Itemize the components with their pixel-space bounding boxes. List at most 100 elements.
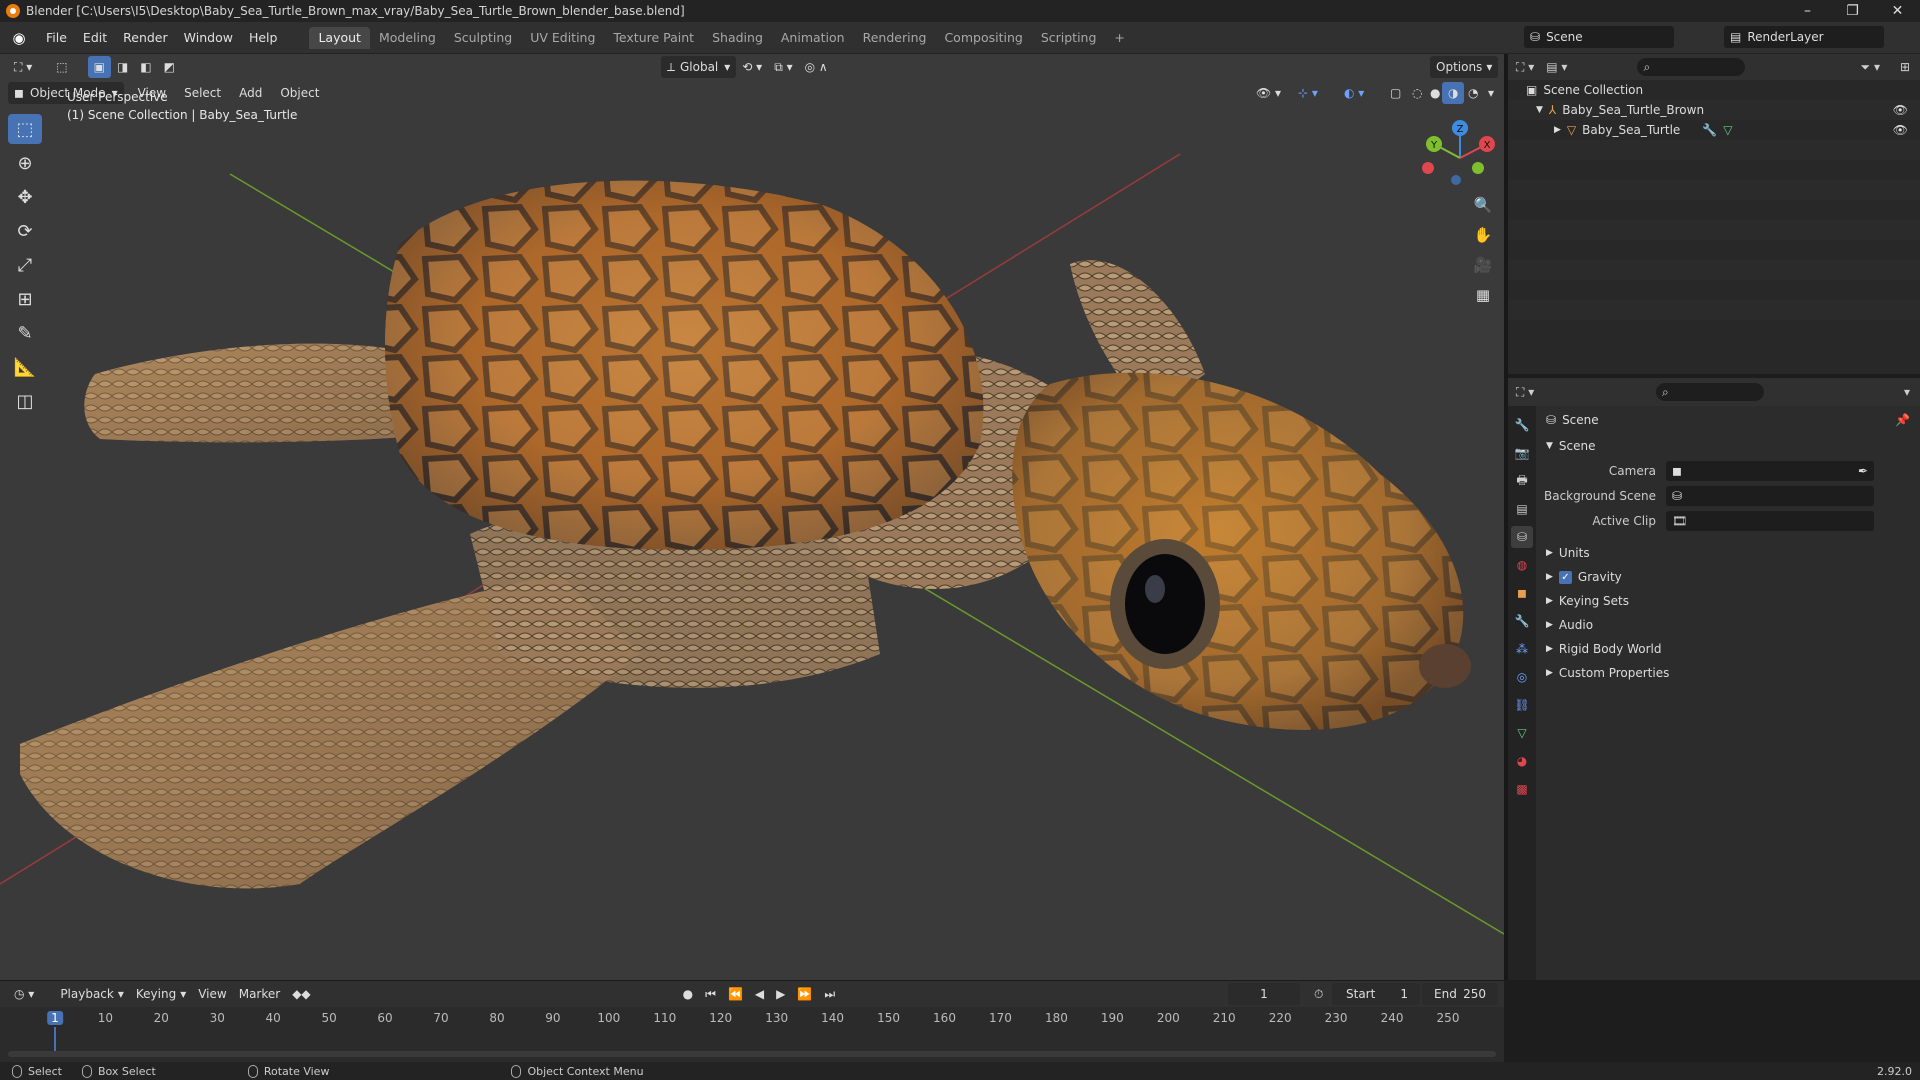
menu-help[interactable]: Help [241,27,286,49]
jump-start-icon[interactable]: ⏮ [699,983,722,1005]
background-scene-field[interactable]: ⛁ [1666,485,1874,506]
visibility-eye-icon[interactable]: 👁 [1893,123,1908,137]
pivot-point-icon[interactable]: ⟲ ▾ [736,56,768,78]
blender-menu-icon[interactable]: ◉ [8,27,30,49]
expand-toggle-icon[interactable]: ▼ [1536,105,1543,115]
scale-tool-icon[interactable]: ⤢ [8,250,42,280]
tab-layout[interactable]: Layout [309,26,370,49]
units-panel-header[interactable]: ▶ Units [1536,541,1920,565]
transform-tool-icon[interactable]: ⊞ [8,284,42,314]
gravity-checkbox[interactable]: ✓ [1558,570,1572,584]
rigid-body-world-panel-header[interactable]: ▶ Rigid Body World [1536,637,1920,661]
jump-prev-keyframe-icon[interactable]: ⏪ [722,983,749,1005]
menu-window[interactable]: Window [176,27,241,49]
menu-render[interactable]: Render [115,27,176,49]
keying-sets-panel-header[interactable]: ▶ Keying Sets [1536,589,1920,613]
texture-tab-icon[interactable]: ▩ [1511,778,1533,800]
navigation-gizmo[interactable]: Z X Y [1420,116,1500,196]
visibility-eye-icon[interactable]: 👁 [1893,103,1908,117]
expand-toggle-icon[interactable]: ▶ [1554,125,1561,135]
visibility-icon[interactable]: 👁 ▾ [1250,82,1287,104]
menu-edit[interactable]: Edit [75,27,115,49]
keyframe-insert-icon[interactable]: ◆◆ [286,983,316,1005]
move-tool-icon[interactable]: ✥ [8,182,42,212]
data-tab-icon[interactable]: ▽ [1511,722,1533,744]
custom-properties-panel-header[interactable]: ▶ Custom Properties [1536,661,1920,685]
xray-toggle-icon[interactable]: ▢ [1384,82,1407,104]
measure-tool-icon[interactable]: 📐 [8,352,42,382]
auto-keying-icon[interactable]: ● [677,983,699,1005]
display-mode-icon[interactable]: ▤ ▾ [1546,60,1567,74]
start-frame-field[interactable]: Start 1 [1332,983,1420,1005]
modifier-tab-icon[interactable]: 🔧 [1511,610,1533,632]
play-reverse-icon[interactable]: ◀ [749,983,770,1005]
modifier-wrench-icon[interactable]: 🔧 [1702,123,1717,137]
view-layer-selector[interactable]: ▤ RenderLayer [1724,26,1884,48]
neg-y-axis-handle[interactable] [1472,162,1484,174]
tab-texture-paint[interactable]: Texture Paint [604,27,703,49]
3d-viewport[interactable]: ⛶ ▾ ⬚ ▣ ◨ ◧ ◩ ⟂ Global ▾ ⟲ ▾ ⧉ ▾ ◎ ∧ Opt… [0,54,1504,980]
new-collection-icon[interactable]: ⊞ [1900,60,1910,74]
end-frame-field[interactable]: End 250 [1422,983,1498,1005]
scene-panel-header[interactable]: ▼ Scene [1536,434,1920,458]
jump-end-icon[interactable]: ⏭ [818,983,841,1005]
material-tab-icon[interactable]: ◕ [1511,750,1533,772]
outliner-root-row[interactable]: ▣ Scene Collection [1508,80,1920,100]
camera-field[interactable]: ◼ ✒ [1666,460,1874,481]
playback-menu[interactable]: Playback ▾ [54,983,130,1005]
render-tab-icon[interactable]: 📷 [1511,442,1533,464]
tab-modeling[interactable]: Modeling [370,27,445,49]
scene-tab-icon[interactable]: ⛁ [1511,526,1533,548]
physics-tab-icon[interactable]: ◎ [1511,666,1533,688]
output-tab-icon[interactable]: 🖶 [1511,470,1533,492]
outliner-item-baby-sea-turtle[interactable]: ▶ ▽ Baby_Sea_Turtle 🔧 ▽ 👁 [1508,120,1920,140]
pan-view-icon[interactable]: ✋ [1470,222,1496,248]
timeline-ruler[interactable]: 1 10 20 30 40 50 60 70 80 90 100 110 120 130 140 150 160… [0,1009,1504,1055]
rotate-tool-icon[interactable]: ⟳ [8,216,42,246]
tab-compositing[interactable]: Compositing [935,27,1031,49]
eyedropper-icon[interactable]: ✒ [1858,464,1868,478]
editor-type-icon[interactable]: ⛶ ▾ [1516,60,1534,75]
menu-file[interactable]: File [38,27,75,49]
annotate-tool-icon[interactable]: ✎ [8,318,42,348]
menu-object[interactable]: Object [274,82,325,104]
add-workspace-button[interactable]: + [1105,27,1133,49]
menu-view[interactable]: View [192,983,232,1005]
object-tab-icon[interactable]: ◼ [1511,582,1533,604]
current-frame-indicator[interactable]: 1 [47,1011,63,1025]
tab-shading[interactable]: Shading [703,27,772,49]
cursor-tool-icon[interactable]: ⊕ [8,148,42,178]
pin-icon[interactable]: 📌 [1895,413,1910,427]
constraints-tab-icon[interactable]: ⛓ [1511,694,1533,716]
snap-icon[interactable]: ⧉ ▾ [768,56,798,78]
current-frame-field[interactable]: 1 [1228,983,1300,1005]
keying-menu[interactable]: Keying ▾ [130,983,192,1005]
editor-type-icon[interactable]: ⛶ ▾ [1516,385,1534,400]
editor-type-icon[interactable]: ⛶ ▾ [8,56,38,78]
select-mode-invert-icon[interactable]: ◩ [158,56,181,78]
camera-view-icon[interactable]: 🎥 [1470,252,1496,278]
mesh-data-icon[interactable]: ▽ [1723,123,1732,137]
properties-search-input[interactable]: ⌕ [1656,383,1764,401]
menu-marker[interactable]: Marker [233,983,286,1005]
audio-panel-header[interactable]: ▶ Audio [1536,613,1920,637]
tool-tab-icon[interactable]: 🔧 [1511,414,1533,436]
active-clip-field[interactable]: 🎞 [1666,510,1874,531]
timeline-scrollbar[interactable] [8,1051,1496,1057]
particles-tab-icon[interactable]: ⁂ [1511,638,1533,660]
world-tab-icon[interactable]: ◍ [1511,554,1533,576]
zoom-view-icon[interactable]: 🔍 [1470,192,1496,218]
close-button[interactable]: ✕ [1875,0,1920,22]
play-icon[interactable]: ▶ [770,983,791,1005]
tweak-tool-icon[interactable]: ⬚ [50,56,73,78]
select-mode-subtract-icon[interactable]: ◧ [134,56,157,78]
select-mode-extend-icon[interactable]: ◨ [111,56,134,78]
select-box-tool-icon[interactable]: ⬚ [8,114,42,144]
minimize-button[interactable]: – [1785,0,1830,22]
ortho-toggle-icon[interactable]: ▦ [1470,282,1496,308]
jump-next-keyframe-icon[interactable]: ⏩ [791,983,818,1005]
outliner-search-input[interactable]: ⌕ [1637,58,1746,76]
neg-z-axis-handle[interactable] [1451,175,1461,185]
proportional-edit-icon[interactable]: ◎ ∧ [799,56,834,78]
tab-uv-editing[interactable]: UV Editing [521,27,604,49]
